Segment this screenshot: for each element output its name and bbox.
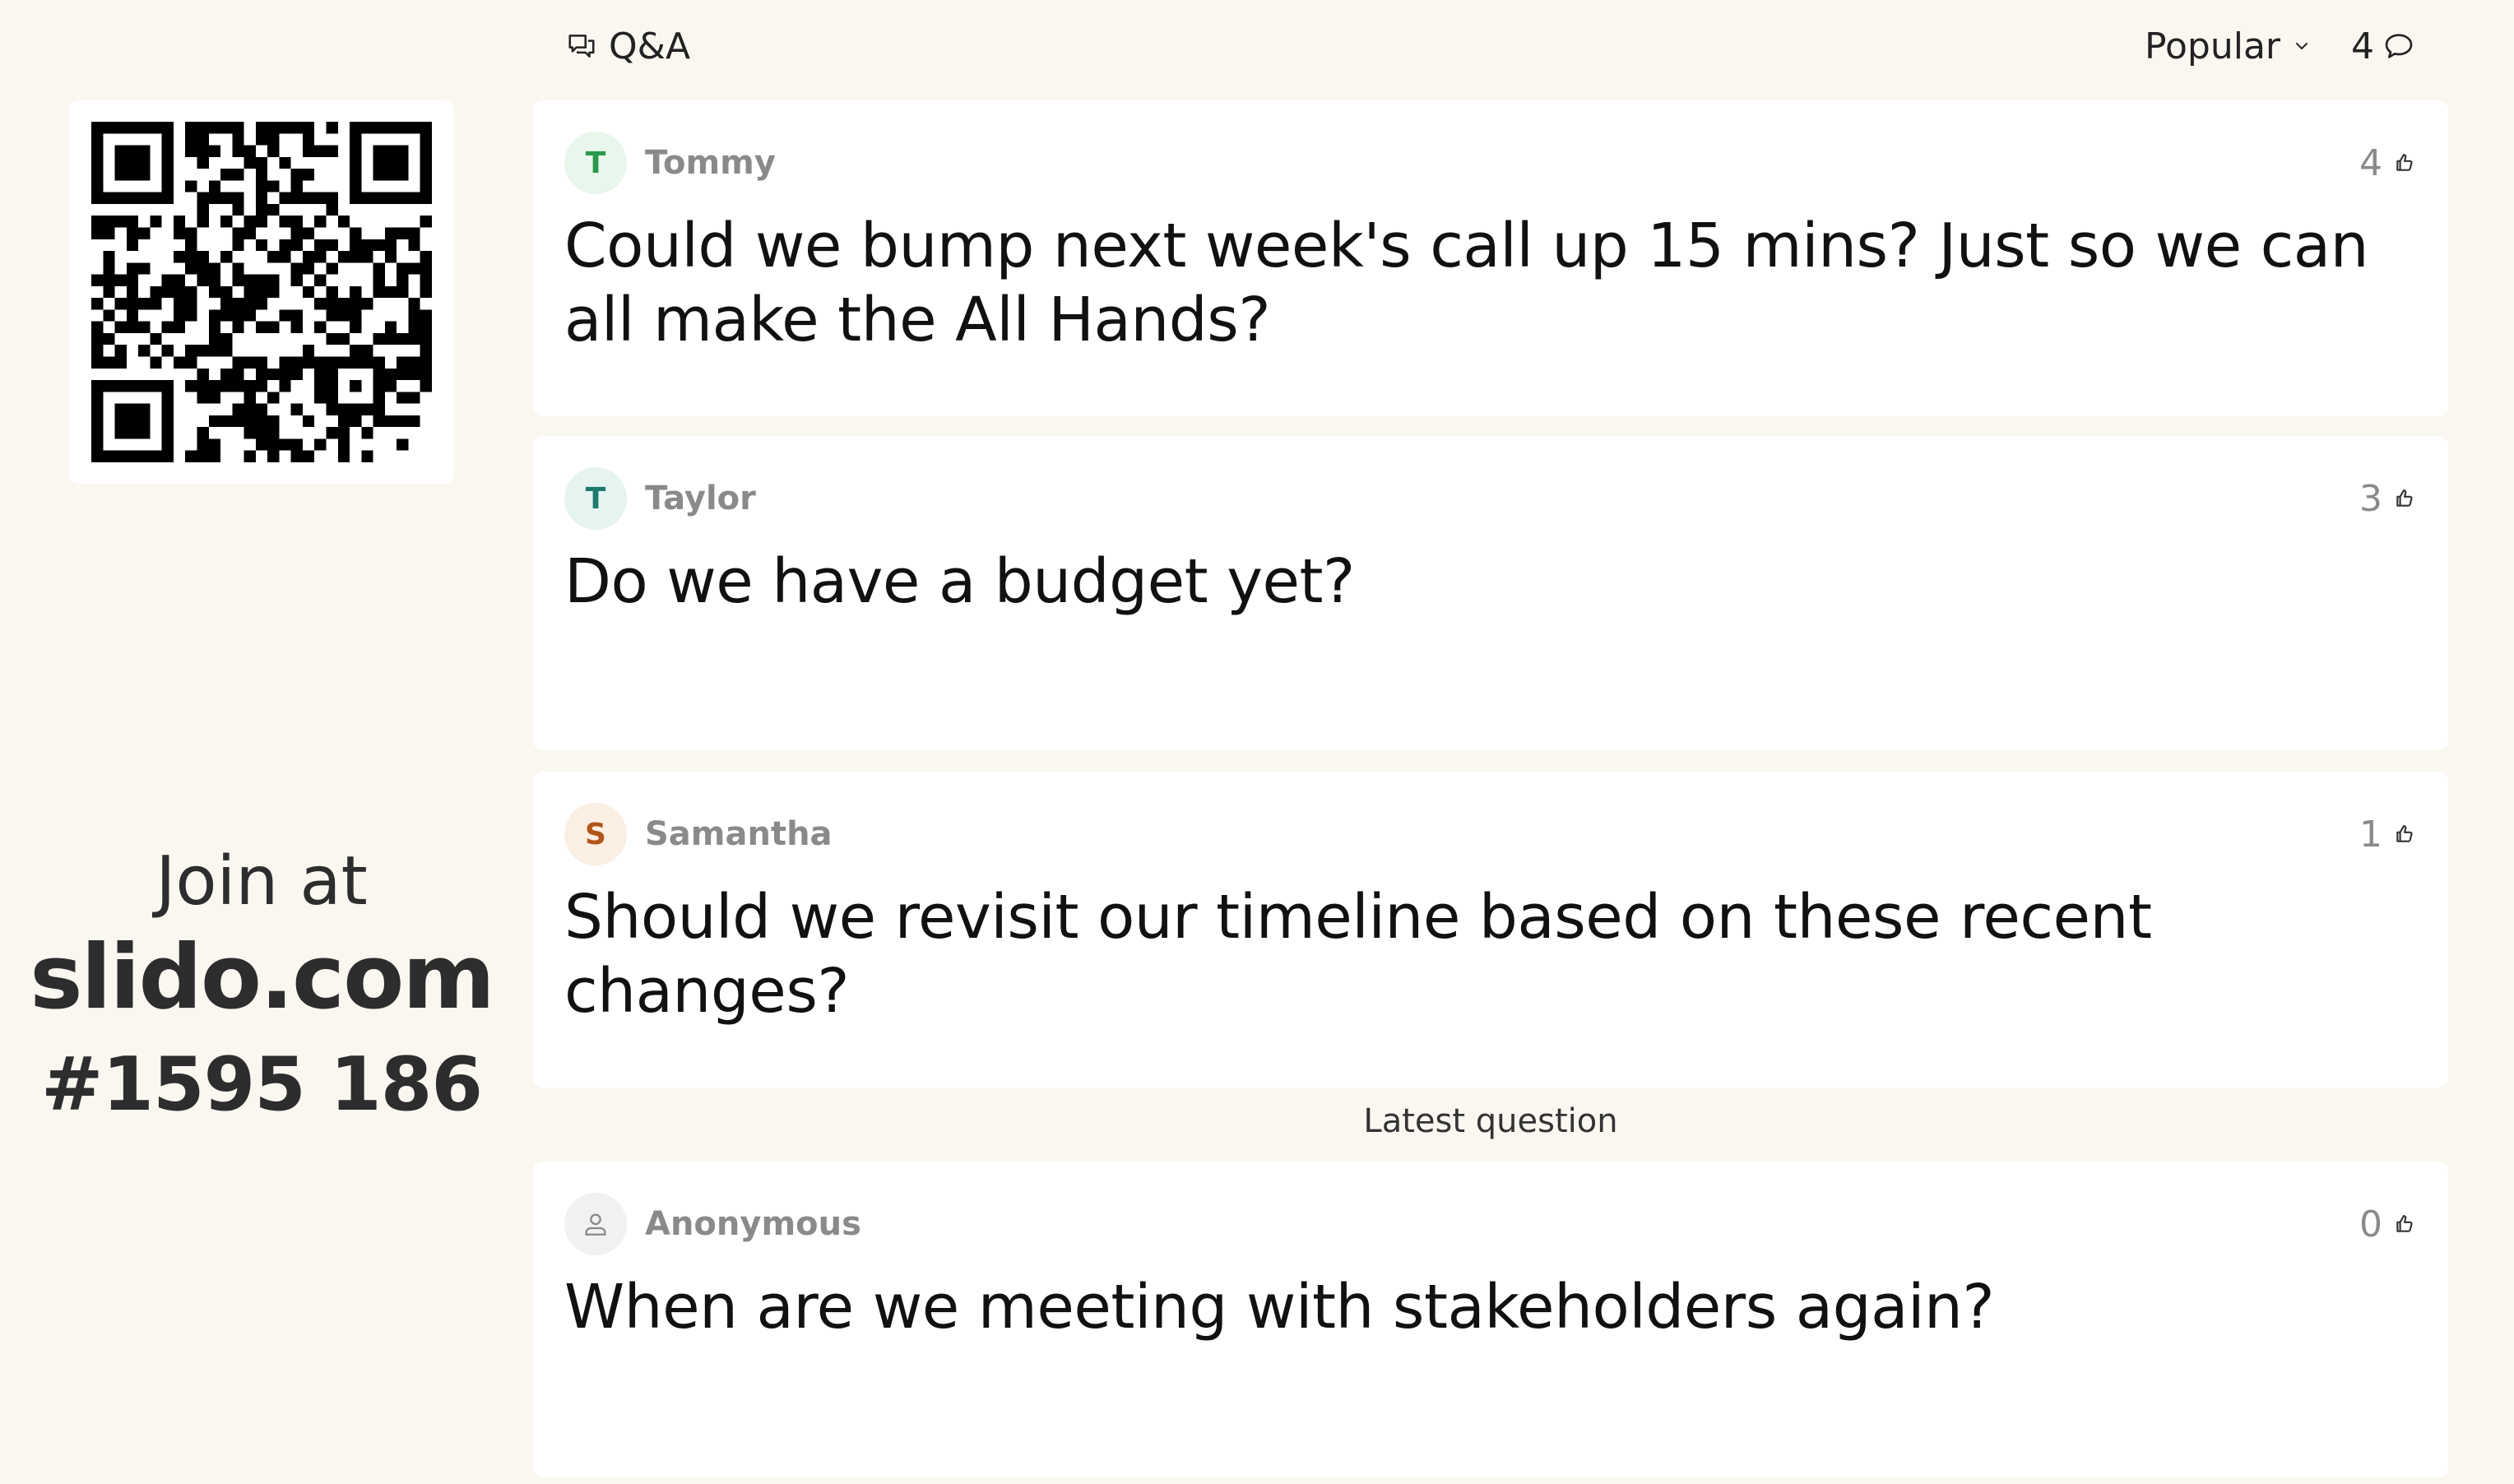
thumbs-up-icon: [2396, 154, 2413, 171]
avatar: T: [564, 132, 627, 194]
question-author-row: T Taylor: [564, 467, 756, 530]
like-count: 1: [2359, 813, 2382, 856]
question-text: Could we bump next week's call up 15 min…: [564, 211, 2369, 355]
thumbs-up-icon: [2396, 825, 2413, 842]
join-url: slido.com: [30, 926, 495, 1029]
author-name: Anonymous: [645, 1205, 861, 1243]
like-button[interactable]: 4: [2359, 133, 2415, 192]
qr-code-image: [91, 122, 432, 462]
question-author-row: Anonymous: [564, 1193, 861, 1255]
like-button[interactable]: 3: [2359, 469, 2415, 528]
latest-question-label: Latest question: [1363, 1102, 1618, 1140]
qr-code-card: [69, 100, 454, 484]
like-button[interactable]: 0: [2359, 1194, 2415, 1254]
sort-label: Popular: [2145, 25, 2280, 67]
qa-header: Q&A Popular 4: [533, 0, 2448, 92]
question-text: Should we revisit our timeline based on …: [564, 882, 2152, 1027]
like-count: 3: [2359, 477, 2382, 520]
question-card[interactable]: T Taylor 3 Do we have a budget yet?: [533, 436, 2448, 750]
user-icon: [585, 1213, 606, 1236]
question-text: When are we meeting with stakeholders ag…: [564, 1272, 1995, 1343]
question-count-value: 4: [2351, 25, 2374, 67]
question-author-row: T Tommy: [564, 132, 776, 194]
question-card[interactable]: T Tommy 4 Could we bump next week's call…: [533, 100, 2448, 416]
qa-title: Q&A: [609, 25, 691, 67]
question-author-row: S Samantha: [564, 803, 833, 865]
author-name: Samantha: [645, 815, 833, 853]
latest-question-card[interactable]: Anonymous 0 When are we meeting with sta…: [533, 1162, 2448, 1477]
thumbs-up-icon: [2396, 489, 2413, 507]
sort-dropdown[interactable]: Popular: [2145, 26, 2312, 67]
thumbs-up-icon: [2396, 1215, 2413, 1232]
question-count: 4: [2351, 26, 2415, 67]
like-count: 4: [2359, 141, 2382, 184]
speech-bubbles-icon: [568, 35, 595, 58]
author-name: Tommy: [645, 144, 776, 182]
avatar: S: [564, 803, 627, 865]
author-name: Taylor: [645, 480, 756, 517]
question-text: Do we have a budget yet?: [564, 546, 1355, 617]
avatar: [564, 1193, 627, 1255]
question-card[interactable]: S Samantha 1 Should we revisit our timel…: [533, 772, 2448, 1087]
header-controls: Popular 4: [2145, 21, 2415, 71]
join-instructions: Join at slido.com #1595 186: [0, 839, 523, 1139]
event-code: #1595 186: [40, 1041, 483, 1128]
avatar: T: [564, 467, 627, 530]
join-label: Join at: [155, 842, 368, 921]
like-count: 0: [2359, 1203, 2382, 1245]
join-panel: Join at slido.com #1595 186: [0, 0, 523, 1484]
chevron-down-icon: [2296, 43, 2308, 49]
speech-bubble-icon: [2385, 34, 2413, 58]
qa-tab[interactable]: Q&A: [566, 21, 690, 71]
like-button[interactable]: 1: [2359, 805, 2415, 864]
